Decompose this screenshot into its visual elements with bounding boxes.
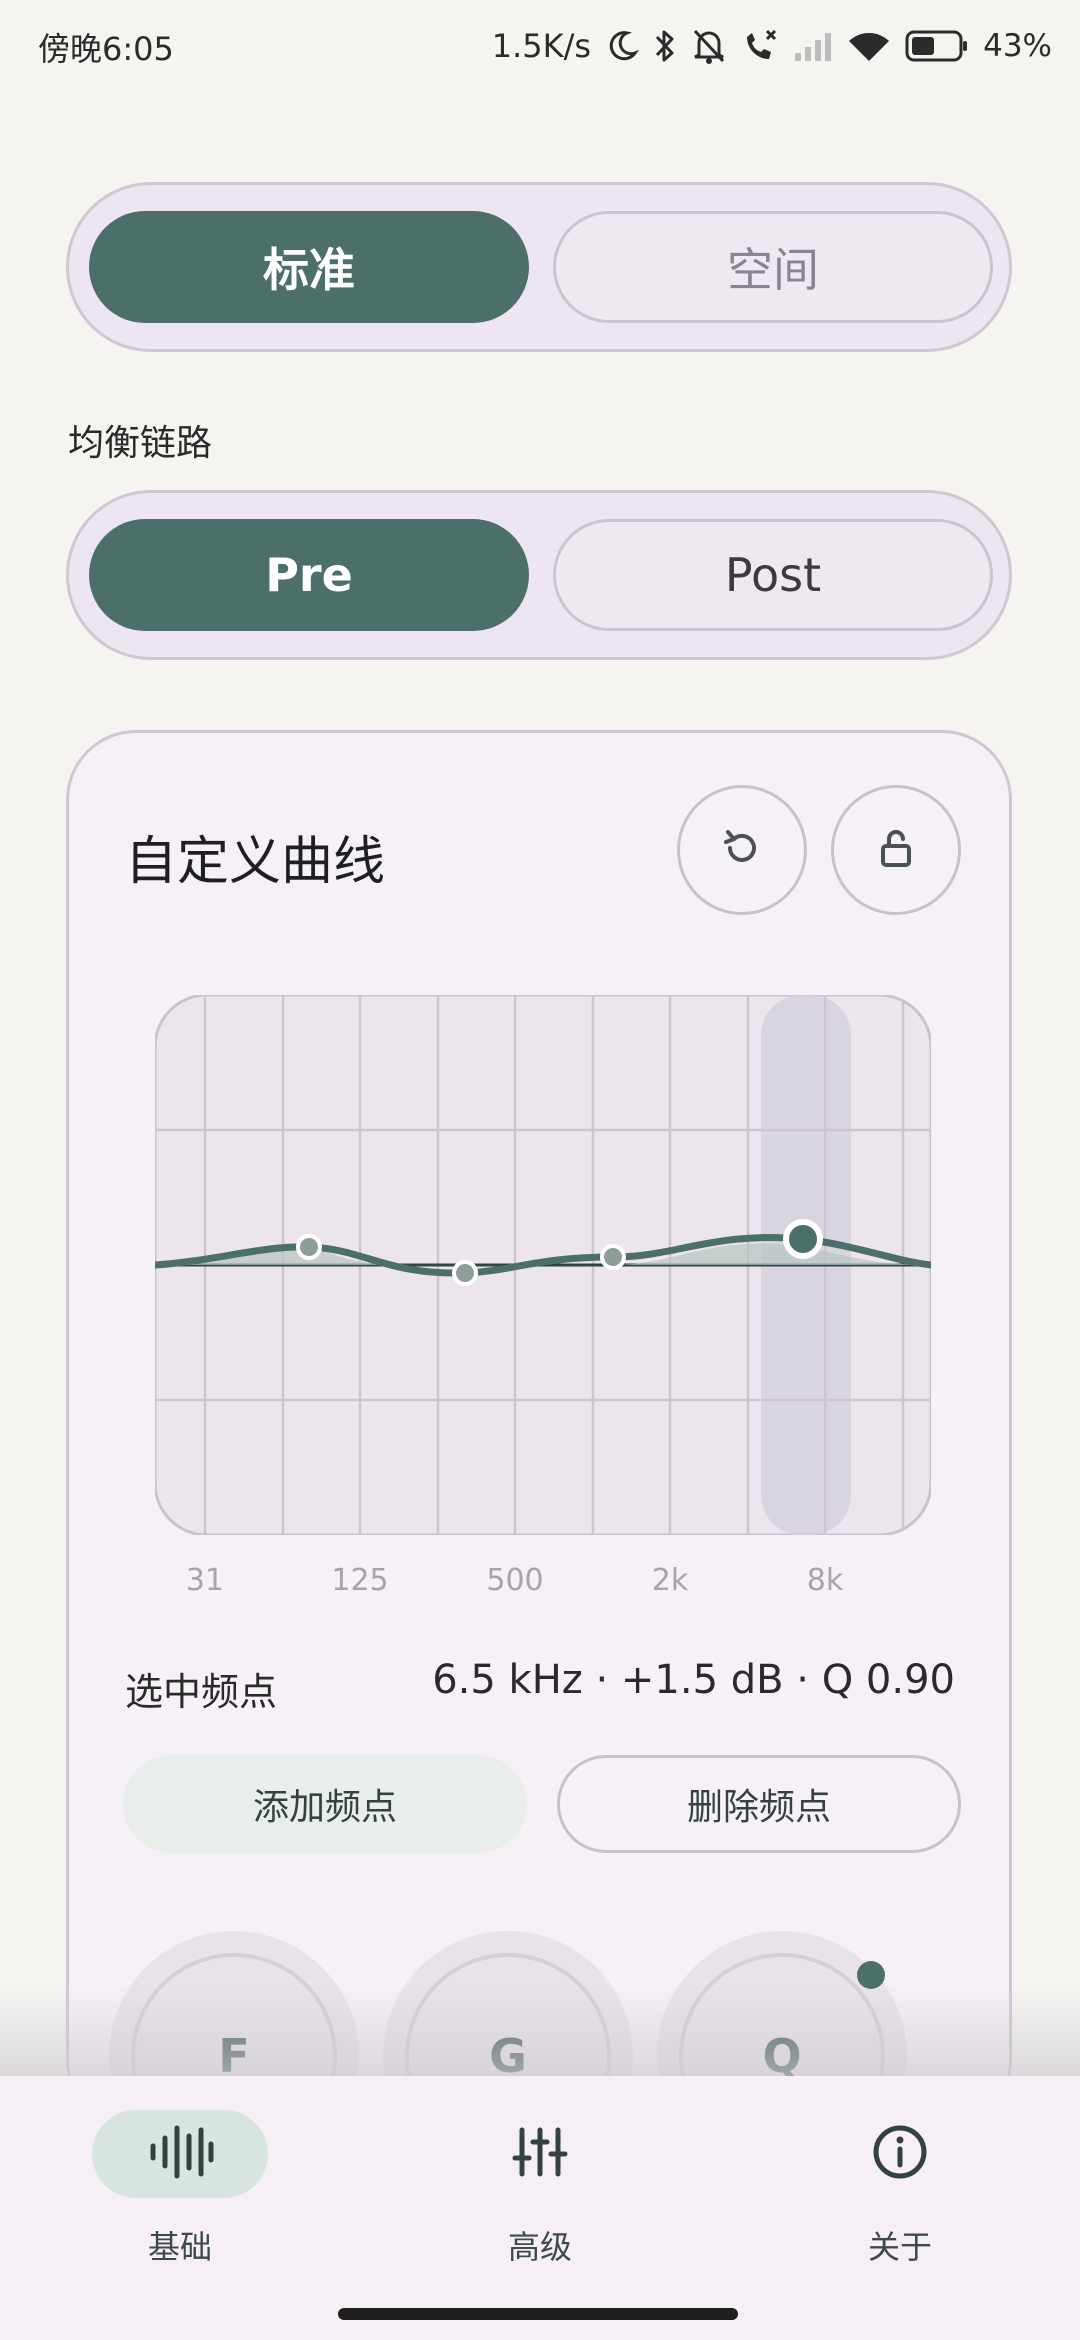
status-icons: 1.5K/s 43%	[492, 18, 1052, 74]
bottom-nav: 基础 高级 关于	[0, 2076, 1080, 2340]
nav-item-basic[interactable]: 基础	[60, 2110, 300, 2290]
chain-segment: Pre Post	[66, 490, 1012, 660]
eq-point-selected	[783, 1219, 823, 1259]
nav-label: 关于	[867, 2228, 932, 2266]
freq-label: 2k	[651, 1563, 689, 1598]
eq-graph[interactable]	[153, 993, 933, 1537]
cellular-signal-icon	[793, 29, 833, 63]
info-icon	[871, 2123, 929, 2185]
reset-icon	[718, 824, 766, 876]
eq-point-1	[296, 1234, 322, 1260]
nav-icon-container	[452, 2110, 628, 2198]
home-indicator[interactable]	[338, 2308, 738, 2320]
curve-card: 自定义曲线 31 125 500 2k 8k 选中频点 6.5 kHz · +1…	[66, 730, 1012, 2181]
chain-label: 均衡链路	[68, 423, 213, 464]
sliders-icon	[512, 2124, 568, 2184]
mode-standard-button[interactable]: 标准	[89, 211, 529, 323]
delete-point-button[interactable]: 删除频点	[557, 1755, 961, 1853]
lock-button[interactable]	[831, 785, 961, 915]
eq-point-2	[452, 1260, 478, 1286]
battery-icon	[905, 29, 969, 63]
freq-label: 8k	[806, 1563, 844, 1598]
net-speed: 1.5K/s	[491, 27, 592, 65]
nav-item-about[interactable]: 关于	[780, 2110, 1020, 2290]
unlock-icon	[872, 824, 920, 876]
nav-label: 基础	[147, 2228, 212, 2266]
curve-title: 自定义曲线	[125, 832, 386, 892]
selected-point-value: 6.5 kHz · +1.5 dB · Q 0.90	[432, 1657, 955, 1703]
freq-label: 31	[185, 1563, 225, 1598]
add-point-button[interactable]: 添加频点	[123, 1755, 527, 1853]
bell-off-icon	[691, 27, 727, 65]
mode-segment: 标准 空间	[66, 182, 1012, 352]
battery-percent: 43%	[983, 28, 1052, 64]
call-off-icon	[741, 27, 779, 65]
bluetooth-icon	[653, 27, 677, 65]
selected-point-label: 选中频点	[125, 1670, 278, 1714]
nav-item-advanced[interactable]: 高级	[420, 2110, 660, 2290]
chain-pre-button[interactable]: Pre	[89, 519, 529, 631]
nav-icon-container	[92, 2110, 268, 2198]
waveform-icon	[145, 2122, 215, 2186]
reset-button[interactable]	[677, 785, 807, 915]
status-time: 傍晚6:05	[38, 30, 174, 68]
wifi-icon	[847, 29, 891, 63]
freq-label: 125	[331, 1563, 389, 1598]
chain-post-button[interactable]: Post	[553, 519, 993, 631]
mode-spatial-button[interactable]: 空间	[553, 211, 993, 323]
q-knob-indicator	[857, 1961, 885, 1989]
moon-icon	[605, 29, 640, 63]
eq-point-3	[600, 1244, 626, 1270]
nav-label: 高级	[507, 2228, 572, 2266]
nav-icon-container	[812, 2110, 988, 2198]
freq-label: 500	[486, 1563, 544, 1598]
freq-axis: 31 125 500 2k 8k	[155, 1563, 931, 1603]
status-bar: 傍晚6:05 1.5K/s 43%	[0, 0, 1080, 92]
